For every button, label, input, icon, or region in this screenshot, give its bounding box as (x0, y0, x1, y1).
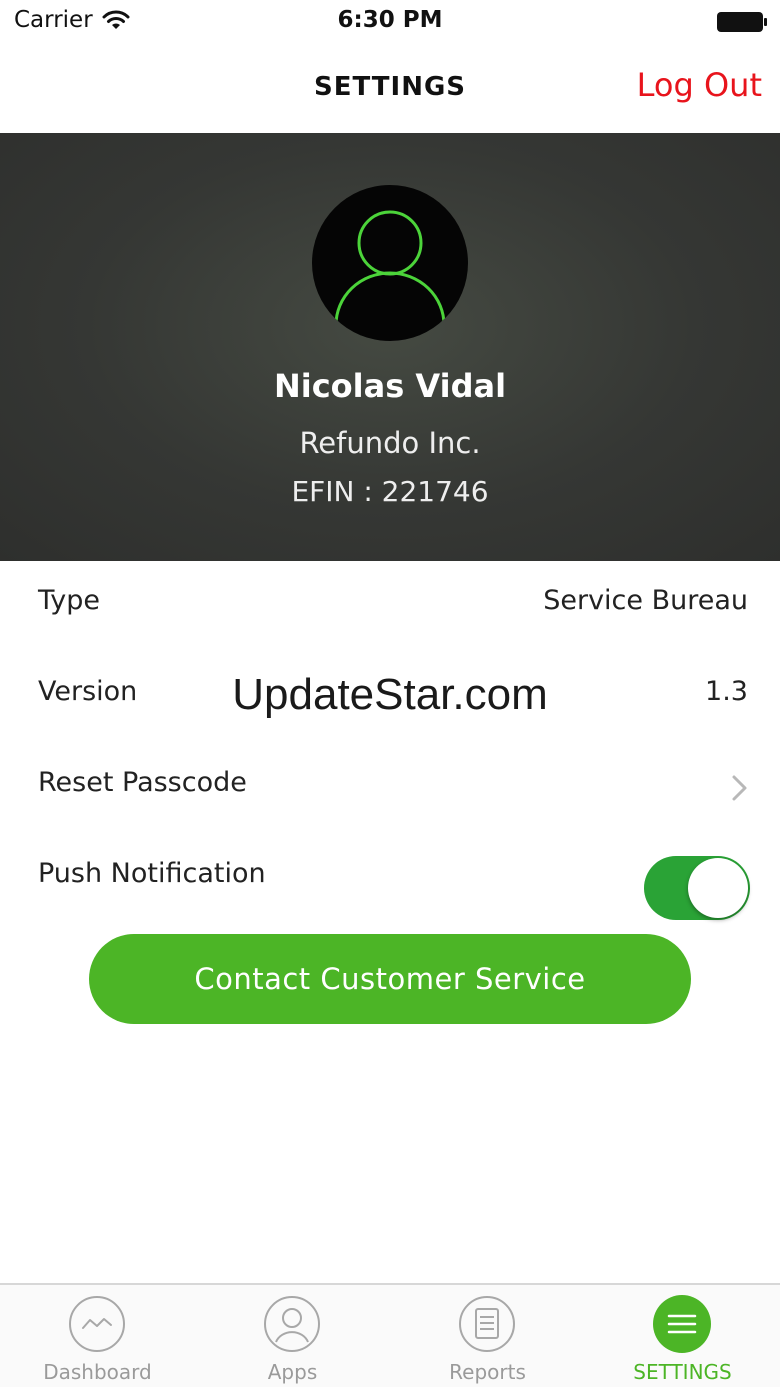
reports-icon (458, 1295, 516, 1353)
company-name: Refundo Inc. (299, 426, 481, 460)
tab-apps[interactable]: Apps (195, 1285, 390, 1387)
profile-header: Nicolas Vidal Refundo Inc. EFIN : 221746 (0, 133, 780, 561)
dashboard-icon (68, 1295, 126, 1353)
push-notification-label: Push Notification (38, 858, 266, 889)
toggle-knob (688, 858, 748, 918)
type-value: Service Bureau (543, 585, 748, 616)
settings-list: Type Service Bureau Version 1.3 Reset Pa… (0, 561, 780, 925)
navigation-bar: SETTINGS Log Out (0, 44, 780, 133)
efin-number: EFIN : 221746 (291, 475, 489, 508)
watermark-text: UpdateStar.com (232, 670, 548, 719)
battery-icon (716, 11, 768, 33)
contact-customer-service-button[interactable]: Contact Customer Service (89, 934, 691, 1024)
tab-settings[interactable]: SETTINGS (585, 1285, 780, 1387)
apps-icon (263, 1295, 321, 1353)
tab-settings-label: SETTINGS (633, 1360, 732, 1384)
tab-bar: Dashboard Apps Reports SETTINGS (0, 1283, 780, 1387)
user-name: Nicolas Vidal (273, 367, 507, 405)
chevron-right-icon (730, 771, 750, 805)
tab-reports-label: Reports (449, 1360, 526, 1384)
user-avatar-icon (334, 210, 446, 326)
status-time: 6:30 PM (337, 7, 443, 33)
tab-reports[interactable]: Reports (390, 1285, 585, 1387)
push-notification-row: Push Notification (0, 834, 780, 925)
type-row: Type Service Bureau (0, 561, 780, 652)
push-notification-toggle[interactable] (644, 856, 750, 920)
logout-button[interactable]: Log Out (637, 66, 762, 104)
avatar (312, 185, 468, 341)
tab-apps-label: Apps (267, 1360, 318, 1384)
tab-dashboard-label: Dashboard (43, 1360, 152, 1384)
tab-dashboard[interactable]: Dashboard (0, 1285, 195, 1387)
reset-passcode-label: Reset Passcode (38, 767, 247, 798)
settings-menu-icon (653, 1295, 711, 1353)
status-bar: Carrier 6:30 PM (0, 0, 780, 44)
type-label: Type (38, 585, 101, 616)
reset-passcode-row[interactable]: Reset Passcode (0, 743, 780, 834)
